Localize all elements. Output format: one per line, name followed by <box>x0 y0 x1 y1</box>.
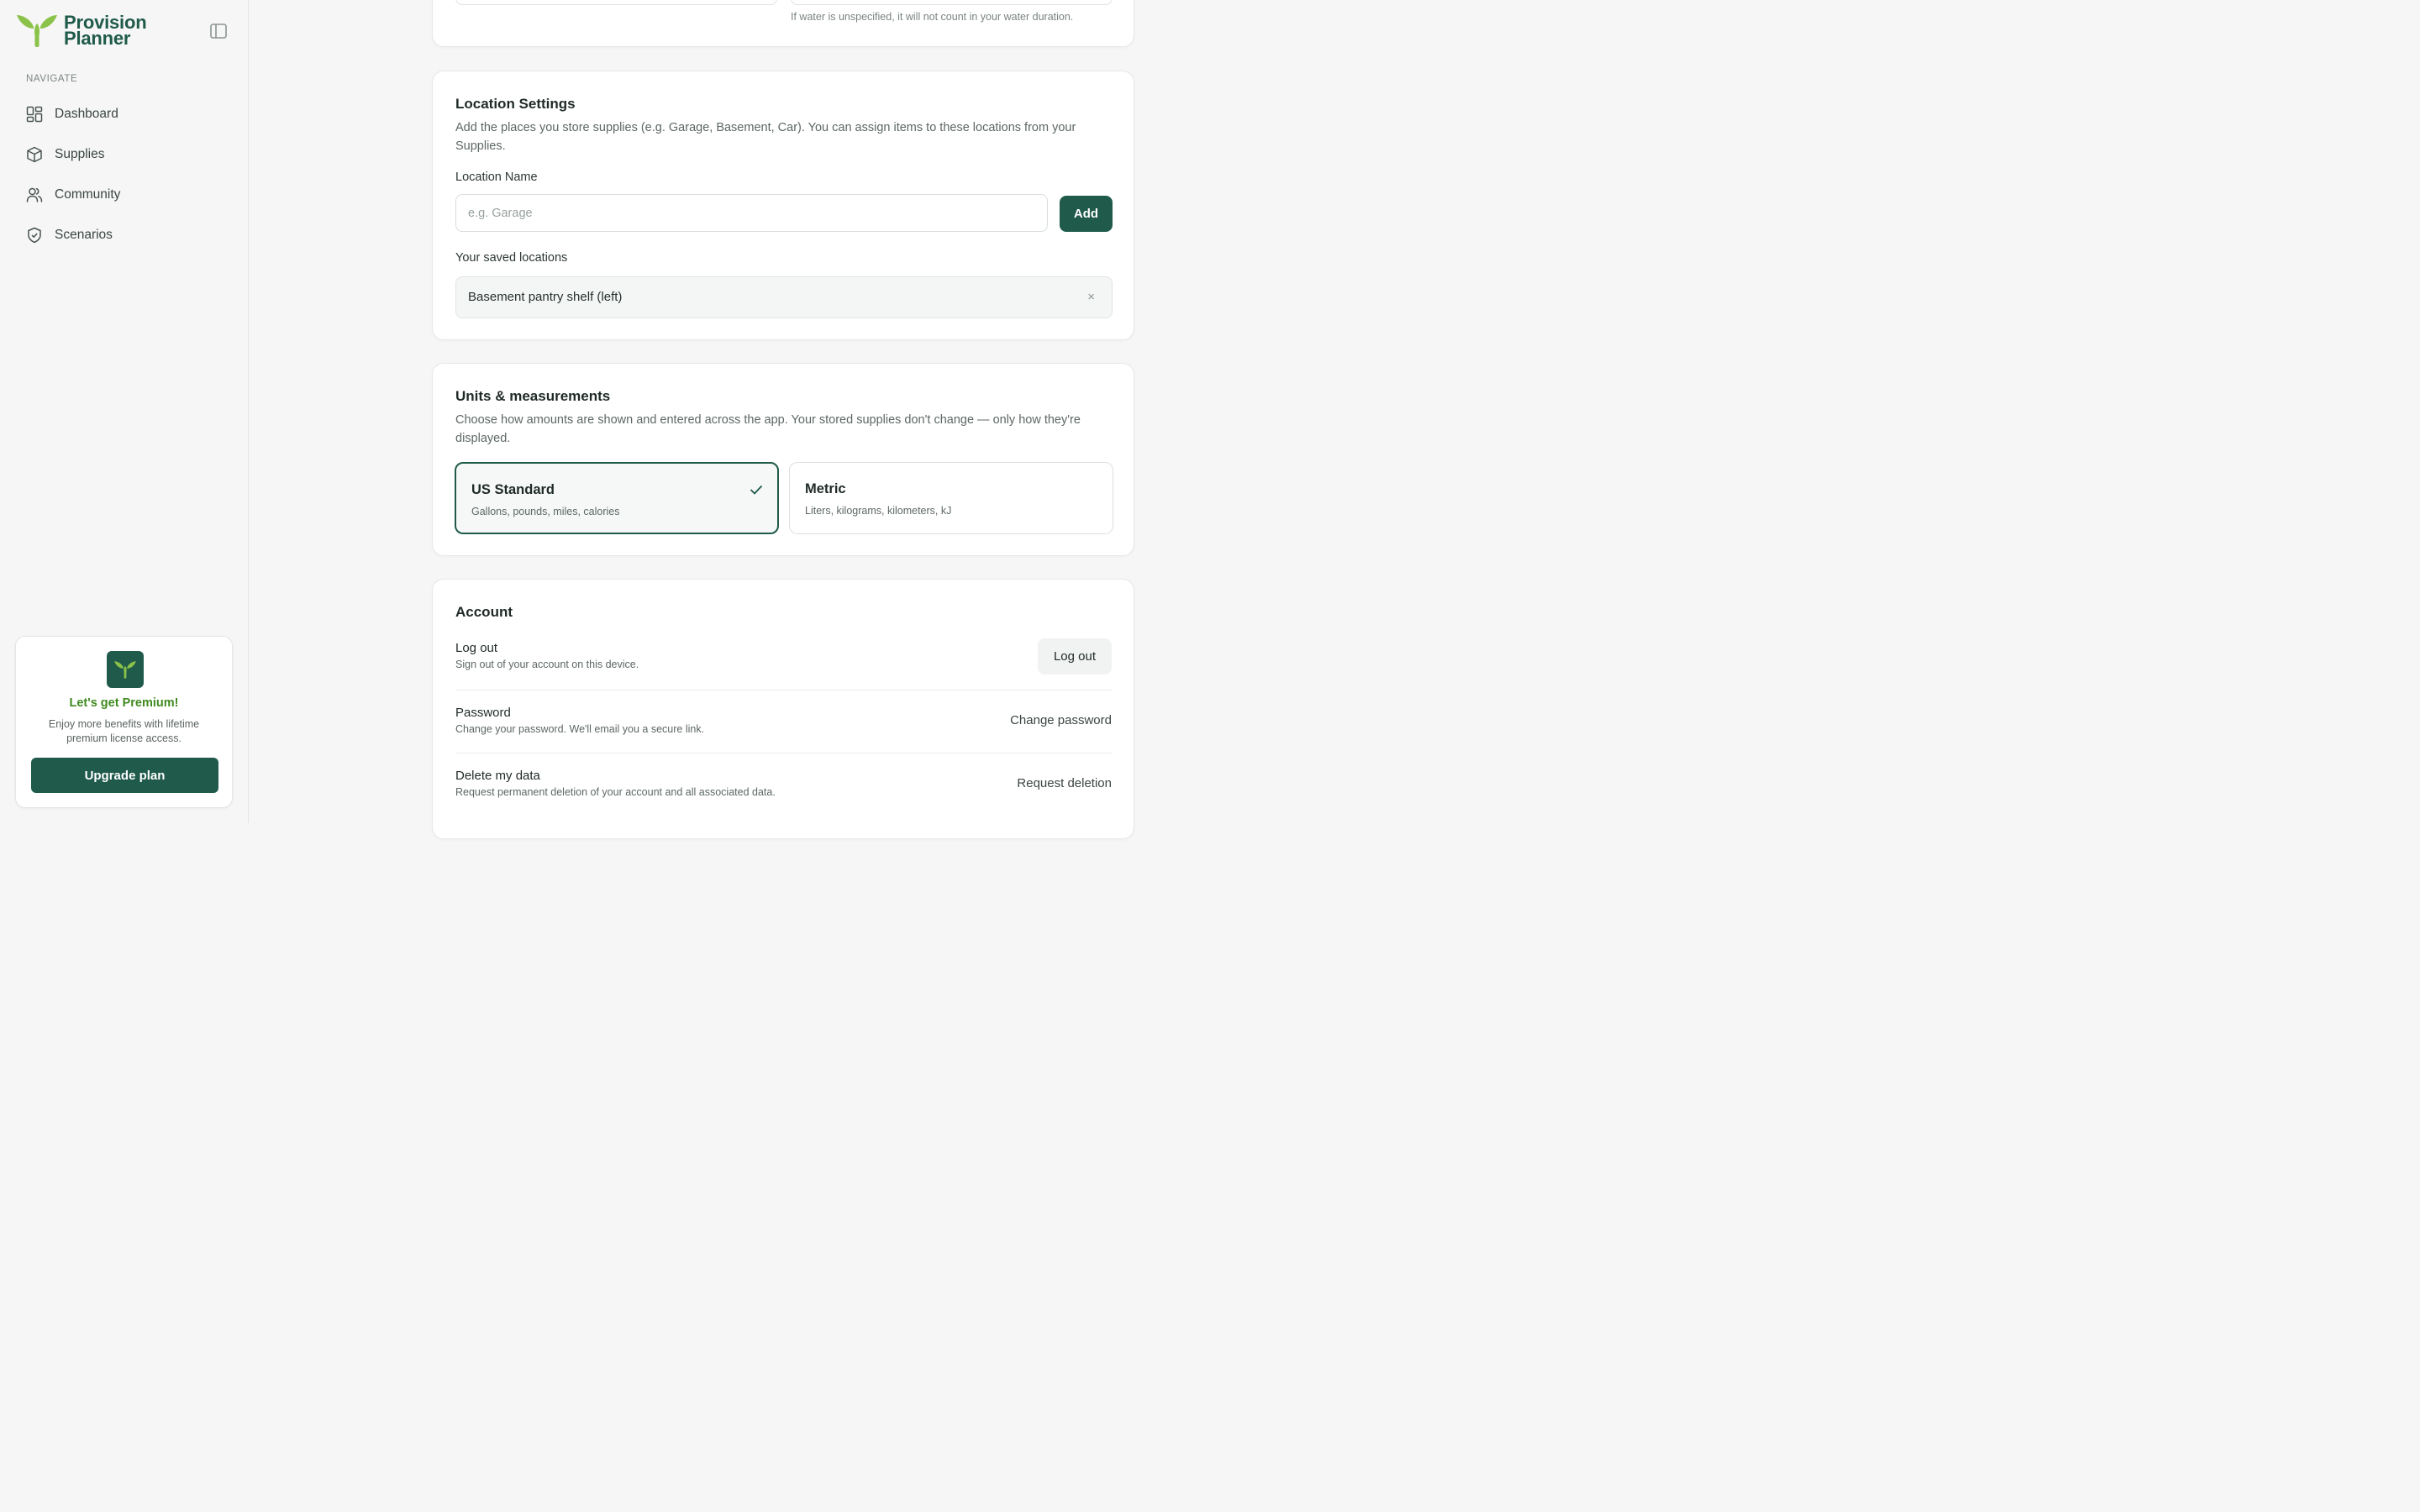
premium-description: Enjoy more benefits with lifetime premiu… <box>48 718 200 744</box>
sidebar-item-community[interactable]: Community <box>18 175 230 215</box>
box-icon <box>26 146 43 163</box>
account-row-logout: Log out Sign out of your account on this… <box>455 641 1113 670</box>
premium-title: Let's get Premium! <box>69 696 179 710</box>
account-row-description: Request permanent deletion of your accou… <box>455 786 776 798</box>
water-settings-card: If water is unspecified, it will not cou… <box>432 0 1134 47</box>
change-password-link[interactable]: Change password <box>1010 713 1112 727</box>
account-row-description: Sign out of your account on this device. <box>455 659 639 670</box>
account-row-title: Delete my data <box>455 769 540 783</box>
sidebar-item-label: Scenarios <box>55 228 113 242</box>
account-row-title: Log out <box>455 641 498 655</box>
remove-location-icon[interactable]: × <box>1087 290 1095 304</box>
sidebar: Provision Planner NAVIGATE Dashboard Sup… <box>0 0 249 823</box>
sidebar-item-label: Community <box>55 187 121 202</box>
location-name-input[interactable] <box>455 194 1048 232</box>
sprout-logo-icon <box>114 661 136 679</box>
logout-button[interactable]: Log out <box>1038 638 1112 675</box>
units-card: Units & measurements Choose how amounts … <box>432 363 1134 556</box>
request-deletion-link[interactable]: Request deletion <box>1017 776 1112 790</box>
upgrade-plan-button[interactable]: Upgrade plan <box>31 758 218 793</box>
location-settings-title: Location Settings <box>455 96 576 112</box>
add-location-button[interactable]: Add <box>1060 196 1113 232</box>
water-note: If water is unspecified, it will not cou… <box>791 11 1074 23</box>
nav-heading: NAVIGATE <box>26 74 78 84</box>
sidebar-item-label: Supplies <box>55 147 105 161</box>
location-name-label: Location Name <box>455 171 538 184</box>
sidebar-item-label: Dashboard <box>55 107 118 121</box>
unit-option-us-standard[interactable]: US Standard Gallons, pounds, miles, calo… <box>455 462 779 534</box>
unit-option-name: Metric <box>805 481 846 496</box>
location-settings-card: Location Settings Add the places you sto… <box>432 71 1134 340</box>
unit-option-description: Liters, kilograms, kilometers, kJ <box>805 505 952 517</box>
location-settings-description: Add the places you store supplies (e.g. … <box>455 121 1076 153</box>
premium-card: Let's get Premium! Enjoy more benefits w… <box>15 636 233 808</box>
grid-icon <box>26 106 43 123</box>
users-icon <box>26 186 43 203</box>
sprout-logo-icon <box>17 15 57 47</box>
sidebar-item-dashboard[interactable]: Dashboard <box>18 94 230 134</box>
saved-location-name: Basement pantry shelf (left) <box>468 290 623 304</box>
brand-name: Provision Planner <box>64 13 147 48</box>
sidebar-item-supplies[interactable]: Supplies <box>18 134 230 175</box>
account-title: Account <box>455 604 513 620</box>
panel-left-icon <box>210 24 227 39</box>
check-icon <box>750 486 762 495</box>
account-row-delete-data: Delete my data Request permanent deletio… <box>455 769 1113 798</box>
sidebar-item-scenarios[interactable]: Scenarios <box>18 215 230 255</box>
sidebar-toggle-button[interactable] <box>209 23 228 39</box>
unit-option-description: Gallons, pounds, miles, calories <box>471 506 620 517</box>
units-title: Units & measurements <box>455 388 611 404</box>
saved-location-item: Basement pantry shelf (left) × <box>455 276 1113 318</box>
shield-check-icon <box>26 227 43 244</box>
premium-logo <box>107 651 144 688</box>
sidebar-nav: Dashboard Supplies Community Scenarios <box>18 94 230 255</box>
brand-logo[interactable]: Provision Planner <box>15 13 147 48</box>
partial-field-left[interactable] <box>455 0 777 5</box>
units-description: Choose how amounts are shown and entered… <box>455 413 1081 445</box>
saved-locations-label: Your saved locations <box>455 251 568 265</box>
unit-option-metric[interactable]: Metric Liters, kilograms, kilometers, kJ <box>789 462 1113 534</box>
partial-field-right[interactable] <box>791 0 1113 5</box>
account-card: Account Log out Sign out of your account… <box>432 579 1134 839</box>
unit-option-name: US Standard <box>471 482 555 497</box>
